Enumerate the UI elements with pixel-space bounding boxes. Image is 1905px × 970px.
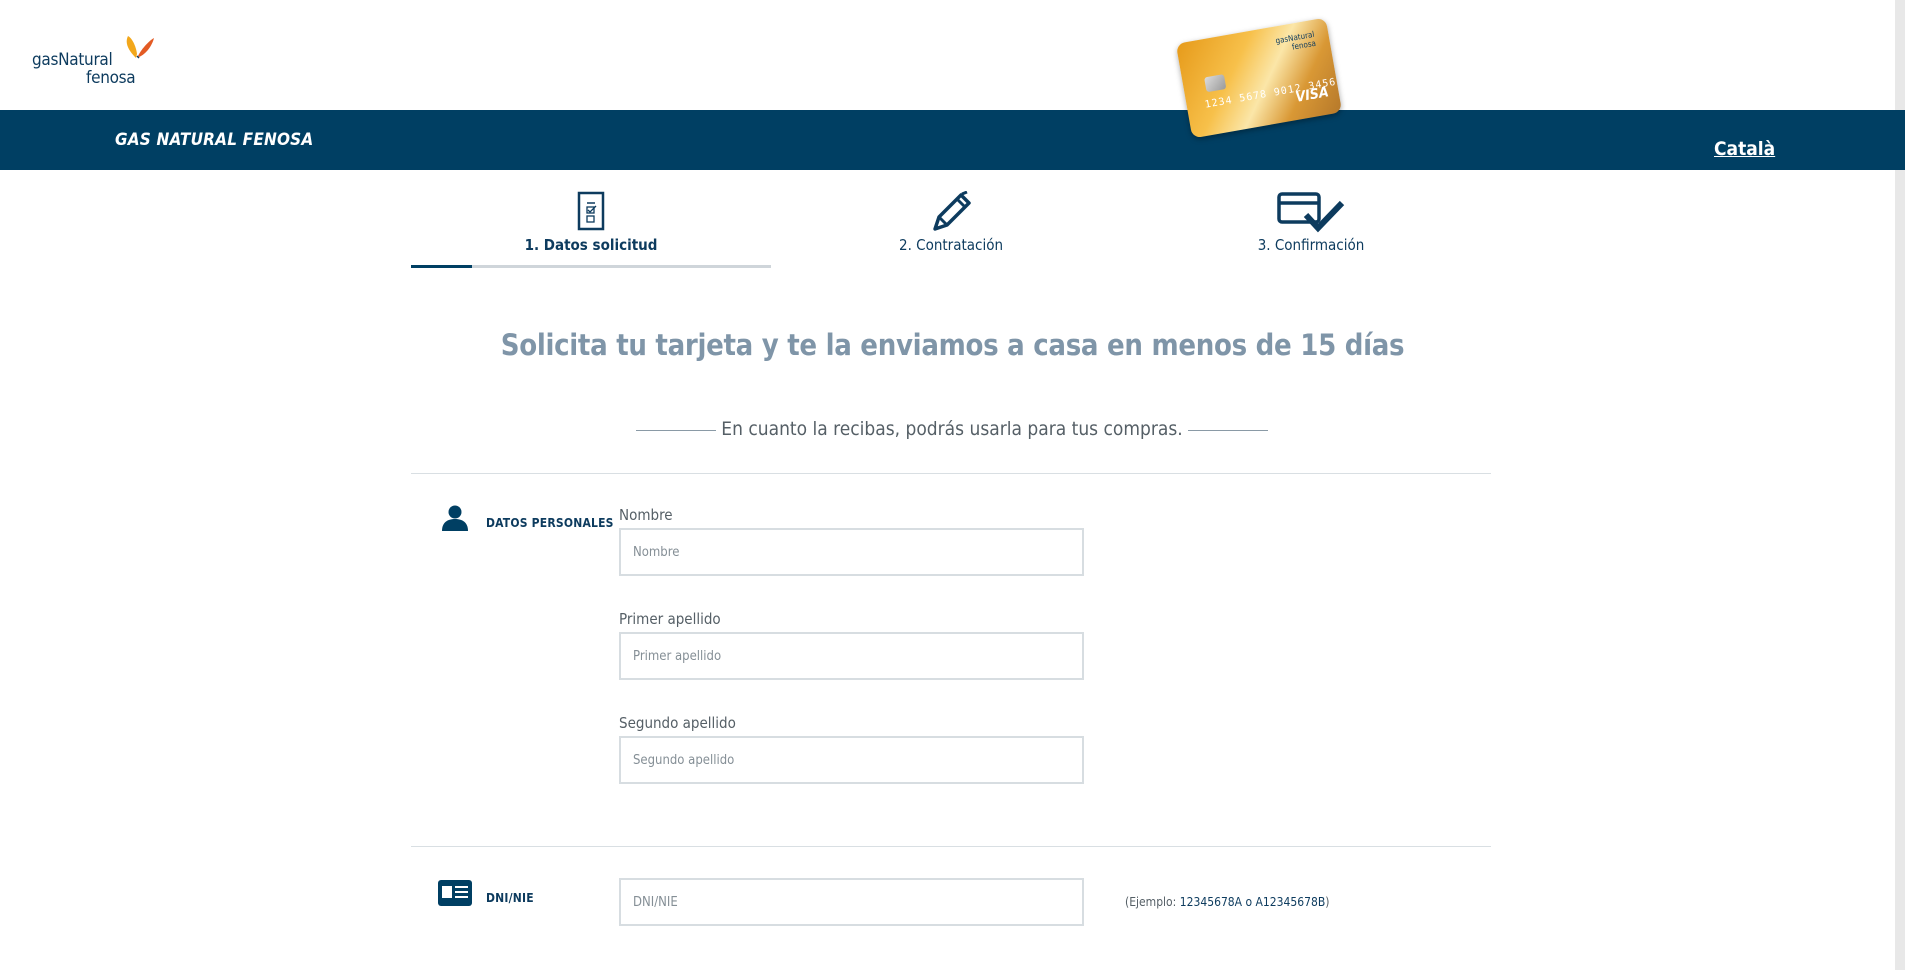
primer-apellido-input[interactable] bbox=[619, 632, 1084, 680]
logo-text-fenosa: fenosa bbox=[86, 68, 136, 88]
card-issuer-logo: gasNatural fenosa bbox=[1274, 29, 1317, 52]
progress-steps: 1. Datos solicitud 2. Contratación 3. Co… bbox=[411, 185, 1491, 270]
top-navigation-bar: GAS NATURAL FENOSA Català bbox=[0, 110, 1905, 170]
progress-bar bbox=[411, 265, 771, 268]
card-chip-icon bbox=[1204, 74, 1227, 93]
page-headline: Solicita tu tarjeta y te la enviamos a c… bbox=[500, 328, 1405, 362]
dni-nie-input[interactable] bbox=[619, 878, 1084, 926]
person-icon bbox=[442, 505, 468, 531]
language-link-catala[interactable]: Català bbox=[1714, 138, 1775, 160]
decorative-line-right bbox=[1188, 430, 1268, 431]
subheadline-block: En cuanto la recibas, podrás usarla para… bbox=[636, 418, 1268, 442]
section-divider bbox=[411, 846, 1491, 847]
dni-format-hint: (Ejemplo: 12345678A o A12345678B) bbox=[1125, 895, 1330, 909]
gas-natural-fenosa-logo[interactable]: gasNatural fenosa bbox=[32, 32, 162, 90]
brand-title: GAS NATURAL FENOSA bbox=[115, 130, 314, 150]
logo-text-gasnatural: gasNatural bbox=[32, 50, 113, 70]
nombre-input[interactable] bbox=[619, 528, 1084, 576]
segundo-apellido-label: Segundo apellido bbox=[619, 714, 736, 732]
form-document-icon bbox=[577, 191, 605, 231]
step-1-datos-solicitud: 1. Datos solicitud bbox=[411, 185, 771, 265]
step-2-contratacion: 2. Contratación bbox=[771, 185, 1131, 265]
card-check-icon bbox=[1277, 192, 1345, 233]
primer-apellido-label: Primer apellido bbox=[619, 610, 721, 628]
butterfly-logo-icon bbox=[126, 36, 154, 59]
page-subheadline: En cuanto la recibas, podrás usarla para… bbox=[721, 418, 1183, 440]
step-2-label: 2. Contratación bbox=[898, 236, 1004, 254]
section-divider bbox=[411, 473, 1491, 474]
step-1-label: 1. Datos solicitud bbox=[524, 236, 658, 254]
section-title-datos-personales: DATOS PERSONALES bbox=[486, 516, 614, 530]
section-title-dni-nie: DNI/NIE bbox=[486, 891, 534, 905]
progress-bar-fill bbox=[411, 265, 473, 268]
id-card-icon bbox=[438, 880, 472, 906]
segundo-apellido-input[interactable] bbox=[619, 736, 1084, 784]
nombre-label: Nombre bbox=[619, 506, 673, 524]
step-3-confirmacion: 3. Confirmación bbox=[1131, 185, 1491, 265]
step-3-label: 3. Confirmación bbox=[1257, 236, 1365, 254]
pen-icon bbox=[933, 191, 971, 231]
